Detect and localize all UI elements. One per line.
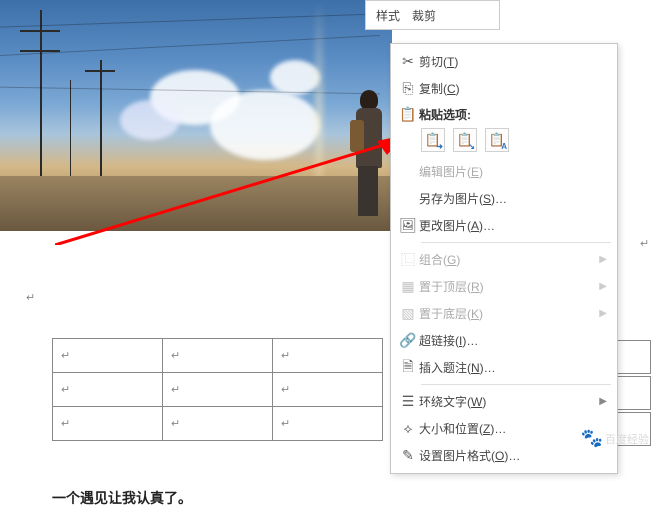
chevron-right-icon: ▶ — [595, 254, 607, 265]
menu-label: 剪切(T) — [419, 53, 607, 70]
menu-wrap-text[interactable]: ☰ 环绕文字(W) ▶ — [391, 388, 617, 415]
menu-bring-front: ▦ 置于顶层(R) ▶ — [391, 273, 617, 300]
menu-save-as-picture[interactable]: 另存为图片(S)… — [391, 185, 617, 212]
paragraph-mark: ↵ — [640, 237, 649, 250]
menu-separator — [421, 384, 611, 385]
toolbar-style[interactable]: 样式 — [376, 7, 400, 24]
menu-size-position[interactable]: ⟡ 大小和位置(Z)… — [391, 415, 617, 442]
paragraph-mark: ↵ — [26, 291, 35, 304]
bring-front-icon: ▦ — [397, 278, 419, 295]
menu-label: 环绕文字(W) — [419, 393, 595, 410]
document-image[interactable] — [0, 0, 392, 231]
group-icon: ⿺ — [397, 250, 419, 270]
menu-hyperlink[interactable]: 🔗 超链接(I)… — [391, 327, 617, 354]
paste-text-only[interactable]: 📋A — [485, 128, 509, 152]
wrap-text-icon: ☰ — [397, 393, 419, 410]
body-paragraph: 一个遇见让我认真了。 — [52, 488, 192, 508]
menu-separator — [421, 242, 611, 243]
menu-change-picture[interactable]: 🖼 更改图片(A)… — [391, 212, 617, 239]
menu-edit-picture: 编辑图片(E) — [391, 158, 617, 185]
chevron-right-icon: ▶ — [595, 396, 607, 407]
toolbar-crop[interactable]: 裁剪 — [412, 7, 436, 24]
chevron-right-icon: ▶ — [595, 281, 607, 292]
paste-keep-source[interactable]: 📋➜ — [421, 128, 445, 152]
menu-cut[interactable]: ✂ 剪切(T) — [391, 48, 617, 75]
menu-label: 置于顶层(R) — [419, 278, 595, 295]
person-silhouette — [352, 90, 388, 220]
menu-label: 复制(C) — [419, 80, 607, 97]
mini-toolbar: 样式 裁剪 — [365, 0, 500, 30]
menu-label: 另存为图片(S)… — [419, 190, 607, 207]
clipboard-icon: 📋 — [397, 106, 419, 123]
menu-label: 编辑图片(E) — [419, 163, 607, 180]
size-position-icon: ⟡ — [397, 420, 419, 437]
menu-group: ⿺ 组合(G) ▶ — [391, 246, 617, 273]
menu-label: 置于底层(K) — [419, 305, 595, 322]
menu-label: 组合(G) — [419, 251, 595, 268]
menu-send-back: ▧ 置于底层(K) ▶ — [391, 300, 617, 327]
table-row: ↵↵↵ — [53, 373, 383, 407]
table-row: ↵↵↵ — [53, 339, 383, 373]
context-menu: ✂ 剪切(T) ⎘ 复制(C) 📋 粘贴选项: 📋➜ 📋↘ 📋A 编辑图片(E)… — [390, 43, 618, 474]
format-picture-icon: ✎ — [397, 447, 419, 464]
paste-merge[interactable]: 📋↘ — [453, 128, 477, 152]
menu-paste-header: 📋 粘贴选项: — [391, 102, 617, 126]
menu-insert-caption[interactable]: 🗎 插入题注(N)… — [391, 354, 617, 381]
copy-icon: ⎘ — [397, 80, 419, 97]
change-picture-icon: 🖼 — [397, 217, 419, 234]
menu-label: 大小和位置(Z)… — [419, 420, 607, 437]
menu-label: 粘贴选项: — [419, 106, 607, 123]
sky-clouds — [90, 40, 350, 180]
menu-format-picture[interactable]: ✎ 设置图片格式(O)… — [391, 442, 617, 469]
hyperlink-icon: 🔗 — [397, 332, 419, 349]
send-back-icon: ▧ — [397, 305, 419, 322]
scissors-icon: ✂ — [397, 53, 419, 70]
caption-icon: 🗎 — [397, 356, 419, 380]
table-row: ↵↵↵ — [53, 407, 383, 441]
menu-label: 超链接(I)… — [419, 332, 607, 349]
menu-copy[interactable]: ⎘ 复制(C) — [391, 75, 617, 102]
menu-label: 设置图片格式(O)… — [419, 447, 607, 464]
document-table[interactable]: ↵↵↵ ↵↵↵ ↵↵↵ — [52, 338, 383, 441]
paste-options: 📋➜ 📋↘ 📋A — [391, 126, 617, 158]
chevron-right-icon: ▶ — [595, 308, 607, 319]
menu-label: 插入题注(N)… — [419, 359, 607, 376]
menu-label: 更改图片(A)… — [419, 217, 607, 234]
